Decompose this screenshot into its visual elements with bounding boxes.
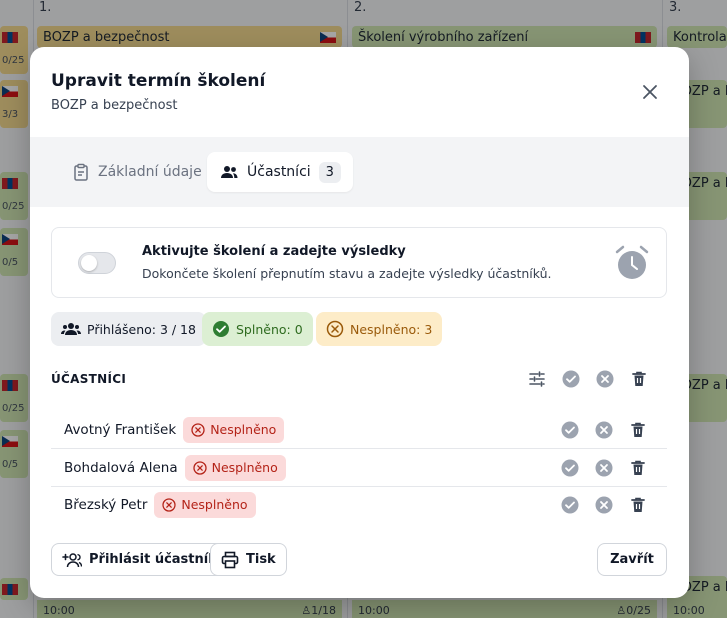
x-circle-icon[interactable] [595, 496, 613, 514]
x-circle-icon [192, 460, 207, 475]
row-actions [561, 459, 647, 477]
trash-icon[interactable] [630, 370, 648, 388]
trash-icon[interactable] [629, 459, 647, 477]
status-badge: Nesplněno [183, 416, 285, 443]
trash-icon[interactable] [629, 421, 647, 439]
passed-stat: Splněno: 0 [202, 312, 313, 346]
activation-card: Aktivujte školení a zadejte výsledky Dok… [51, 227, 667, 298]
filter-sliders-icon[interactable] [528, 370, 546, 388]
clipboard-icon [74, 163, 88, 181]
activation-title: Aktivujte školení a zadejte výsledky [142, 244, 406, 259]
tab-participants[interactable]: Účastníci 3 [207, 152, 353, 192]
tabs-bar: Základní údaje Účastníci 3 [30, 137, 689, 207]
trash-icon[interactable] [629, 496, 647, 514]
register-participants-button[interactable]: Přihlásit účastníky [51, 543, 237, 576]
participants-section-title: ÚČASTNÍCI [51, 372, 127, 386]
user-plus-icon [62, 552, 82, 567]
x-circle-icon[interactable] [595, 459, 613, 477]
close-icon[interactable] [641, 83, 659, 101]
x-circle-icon[interactable] [595, 421, 613, 439]
participant-name: Březský Petr [64, 496, 148, 513]
row-actions [561, 421, 647, 439]
participants-count-badge: 3 [318, 161, 341, 183]
users-icon [221, 166, 238, 178]
status-badge: Nesplněno [184, 454, 286, 481]
x-circle-icon [326, 320, 344, 338]
activation-description: Dokončete školení přepnutím stavu a zade… [142, 266, 552, 281]
tab-basic-info[interactable]: Základní údaje [60, 152, 214, 192]
check-circle-icon[interactable] [561, 496, 579, 514]
status-badge: Nesplněno [154, 491, 256, 518]
alarm-clock-icon [615, 245, 649, 279]
dialog-subtitle: BOZP a bezpečnost [51, 98, 178, 113]
x-circle-icon[interactable] [596, 370, 614, 388]
participant-name: Avotný František [64, 421, 177, 438]
check-circle-icon[interactable] [562, 370, 580, 388]
check-circle-icon[interactable] [561, 459, 579, 477]
x-circle-icon [162, 497, 177, 512]
users-icon [61, 323, 81, 335]
x-circle-icon [191, 422, 205, 437]
check-circle-icon [213, 321, 229, 337]
activation-toggle[interactable] [78, 252, 116, 274]
print-button[interactable]: Tisk [210, 543, 287, 576]
registered-stat: Přihlášeno: 3 / 18 [51, 312, 206, 346]
close-button[interactable]: Zavřít [597, 543, 667, 576]
participant-name: Bohdalová Alena [64, 459, 178, 476]
dialog-title: Upravit termín školení [51, 71, 266, 91]
edit-training-dialog: Upravit termín školení BOZP a bezpečnost… [30, 47, 689, 598]
row-actions [561, 496, 647, 514]
bulk-actions [528, 370, 648, 388]
check-circle-icon[interactable] [561, 421, 579, 439]
failed-stat: Nesplněno: 3 [316, 312, 443, 346]
printer-icon [221, 551, 239, 568]
